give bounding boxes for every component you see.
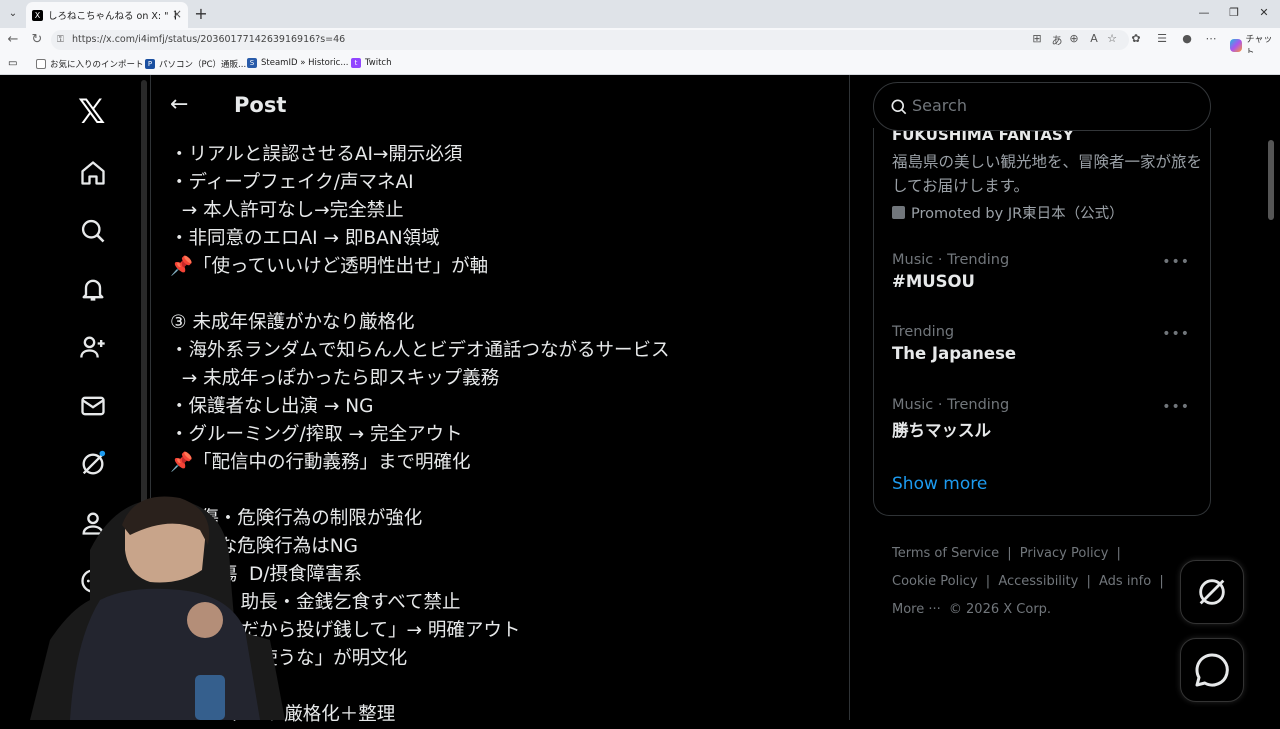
pc-shop-icon: P [145,59,155,69]
promo-description[interactable]: 福島県の美しい観光地を、冒険者一家が旅をしてお届けします。 [892,150,1202,198]
more-link[interactable]: More ··· [892,602,941,617]
home-icon[interactable] [76,156,110,190]
trend-name: 勝ちマッスル [892,421,991,440]
trend-meta: Trending [892,324,955,340]
search-icon [891,99,907,115]
post-line: ・海外系ランダムで知らん人とビデオ通話つながるサービス [170,340,670,361]
favorite-star-icon[interactable]: ☆ [1104,32,1120,45]
post-line: ・非同意のエロAI → 即BAN領域 [170,228,440,249]
trend-item[interactable]: Music · Trending 勝ちマッスル ••• [892,397,1202,441]
folder-icon [36,59,46,69]
zoom-icon[interactable]: ⊕ [1066,32,1082,45]
privacy-link[interactable]: Privacy Policy [1020,546,1109,561]
post-line: 📌「配信中の行動義務」まで明確化 [170,452,471,473]
bookmarks-menu-icon[interactable]: ▭ [8,58,17,69]
bookmark-label: SteamID » Historic... [261,58,349,68]
read-aloud-icon[interactable]: A [1086,32,1102,45]
bookmark-label: パソコン（PC）通販... [159,60,247,70]
extensions-icon[interactable]: ✿ [1128,32,1144,45]
trend-name: #MUSOU [892,272,975,291]
post-line: ③ 未成年保護がかなり厳格化 [170,312,415,333]
ads-link[interactable]: Ads info [1099,574,1151,589]
post-line: ・保護者なし出演 → NG [170,396,374,417]
webcam-overlay [30,496,285,720]
bookmark-label: お気に入りのインポート [50,60,144,70]
notifications-bell-icon[interactable] [76,272,110,306]
copilot-icon [1230,38,1243,52]
bookmark-label: Twitch [365,58,392,68]
promo-title[interactable]: FUKUSHIMA FANTASY [892,130,1074,143]
chat-bubble-icon [1195,653,1229,687]
trend-name: The Japanese [892,344,1017,363]
settings-more-icon[interactable]: ⋯ [1203,32,1219,45]
cookie-link[interactable]: Cookie Policy [892,574,978,589]
search-placeholder: Search [912,96,967,115]
copyright: © 2026 X Corp. [948,602,1052,617]
post-line: ・グルーミング/搾取 → 完全アウト [170,424,463,445]
back-arrow-icon[interactable]: ← [4,32,22,47]
messages-fab-button[interactable] [1180,638,1244,702]
promoted-arrow-icon [892,206,905,219]
messages-envelope-icon[interactable] [76,389,110,423]
post-line [170,281,850,309]
bookmarks-bar: ▭ お気に入りのインポート P パソコン（PC）通販... S SteamID … [0,53,1280,75]
show-more-link[interactable]: Show more [892,474,987,494]
restore-icon[interactable]: ❐ [1224,6,1244,19]
post-line: 📌「使っていいけど透明性出せ」が軸 [170,256,489,277]
browser-tab[interactable]: X しろねこちゃんねる on X: "【KICK/規約 × [26,2,188,28]
trend-item[interactable]: Music · Trending #MUSOU ••• [892,252,1202,291]
terms-link[interactable]: Terms of Service [892,546,999,561]
collections-icon[interactable]: ☰ [1154,32,1170,45]
bookmark-steamid[interactable]: S SteamID » Historic... [247,58,348,68]
grok-icon [1199,579,1225,605]
grok-icon[interactable] [76,447,110,481]
follow-person-plus-icon[interactable] [76,330,110,364]
bookmark-import[interactable]: お気に入りのインポート [36,58,144,70]
tab-actions-chevron-icon[interactable]: ⌄ [5,6,21,22]
tab-close-icon[interactable]: × [172,7,182,21]
more-dots-icon[interactable]: ••• [1162,326,1190,342]
post-line: → 本人許可なし→完全禁止 [170,200,404,221]
twitch-icon: t [351,58,361,68]
post-line: ・リアルと誤認させるAI→開示必須 [170,144,463,165]
grok-fab-button[interactable] [1180,560,1244,624]
more-dots-icon[interactable]: ••• [1162,254,1190,270]
page-scrollbar[interactable] [1268,140,1274,220]
profile-avatar-icon[interactable]: ● [1179,32,1195,45]
tab-title: しろねこちゃんねる on X: "【KICK/規約 [48,11,176,22]
close-window-icon[interactable]: ✕ [1254,6,1274,19]
bookmark-twitch[interactable]: t Twitch [351,58,392,68]
browser-tab-bar: ⌄ X しろねこちゃんねる on X: "【KICK/規約 × + — ❐ ✕ [0,0,1280,28]
reload-icon[interactable]: ↻ [28,32,46,47]
translate-icon[interactable]: あ [1049,32,1065,48]
new-tab-plus-icon[interactable]: + [193,4,209,23]
trend-meta: Music · Trending [892,252,1010,268]
x-favicon-icon: X [32,9,43,21]
steamid-icon: S [247,58,257,68]
back-arrow-icon[interactable]: ← [170,92,188,117]
app-grid-icon[interactable]: ⊞ [1029,32,1045,45]
minimize-icon[interactable]: — [1194,6,1214,19]
main-scrollbar[interactable] [141,80,147,540]
post-line: ・ディープフェイク/声マネAI [170,172,414,193]
trend-item[interactable]: Trending The Japanese ••• [892,324,1202,363]
page-title: Post [234,93,287,117]
trend-meta: Music · Trending [892,397,1010,413]
promoted-by[interactable]: Promoted by JR東日本（公式） [892,202,1124,223]
site-info-icon[interactable]: ⚿ [57,30,64,50]
more-dots-icon[interactable]: ••• [1162,399,1190,415]
post-line: → 未成年っぽかったら即スキップ義務 [170,368,500,389]
url-field[interactable]: ⚿ https://x.com/i4imfj/status/2036017714… [51,30,1129,50]
promoted-by-label: Promoted by JR東日本（公式） [911,206,1124,222]
footer-links: Terms of Service | Privacy Policy | Cook… [892,546,1164,617]
accessibility-link[interactable]: Accessibility [998,574,1078,589]
explore-search-icon[interactable] [76,214,110,248]
bookmark-pc[interactable]: P パソコン（PC）通販... [145,58,246,70]
url-text: https://x.com/i4imfj/status/203601771426… [72,34,346,45]
search-input[interactable]: Search [873,82,1211,131]
